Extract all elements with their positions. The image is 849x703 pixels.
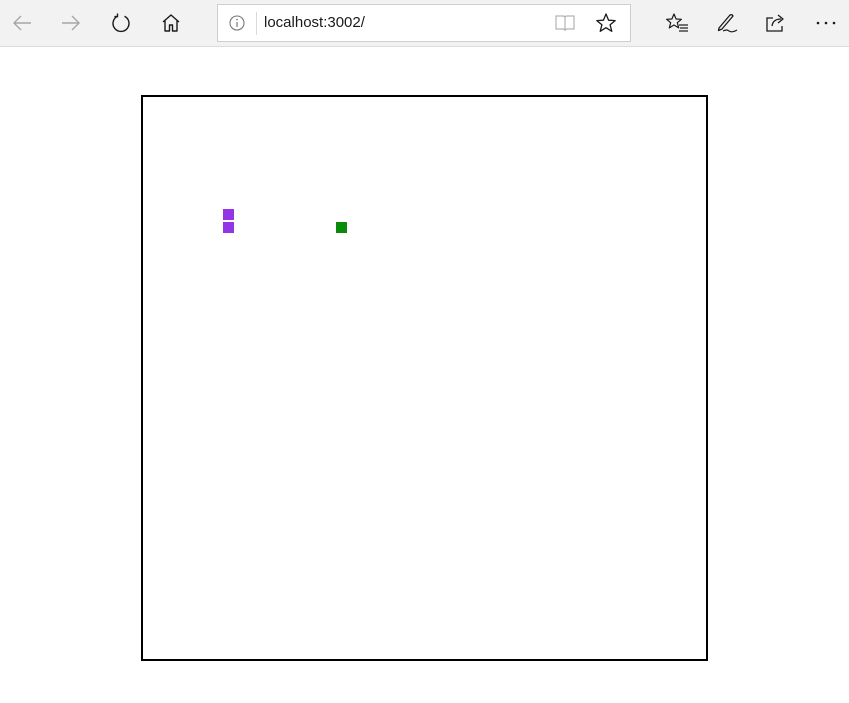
browser-toolbar: localhost:3002/ bbox=[0, 0, 849, 47]
reading-view-icon[interactable] bbox=[554, 13, 576, 33]
more-icon bbox=[816, 21, 836, 25]
url-text[interactable]: localhost:3002/ bbox=[264, 5, 365, 41]
address-separator bbox=[256, 12, 257, 35]
notes-button[interactable] bbox=[707, 0, 747, 46]
game-board[interactable] bbox=[141, 95, 708, 661]
star-icon[interactable] bbox=[595, 12, 617, 34]
info-icon[interactable] bbox=[228, 14, 246, 32]
food-item bbox=[336, 222, 347, 233]
address-bar[interactable]: localhost:3002/ bbox=[217, 4, 631, 42]
pen-icon bbox=[717, 14, 738, 33]
favorites-list-icon bbox=[666, 13, 688, 32]
snake-segment bbox=[223, 209, 234, 220]
home-button[interactable] bbox=[151, 0, 191, 46]
favorites-button[interactable] bbox=[657, 0, 697, 46]
snake-segment bbox=[223, 222, 234, 233]
back-arrow-icon bbox=[13, 15, 31, 31]
more-button[interactable] bbox=[806, 0, 846, 46]
back-button[interactable] bbox=[2, 0, 42, 46]
forward-button[interactable] bbox=[51, 0, 91, 46]
refresh-button[interactable] bbox=[101, 0, 141, 46]
share-button[interactable] bbox=[756, 0, 796, 46]
forward-arrow-icon bbox=[62, 15, 80, 31]
refresh-icon bbox=[112, 13, 130, 33]
share-icon bbox=[766, 14, 784, 32]
home-icon bbox=[162, 14, 180, 32]
